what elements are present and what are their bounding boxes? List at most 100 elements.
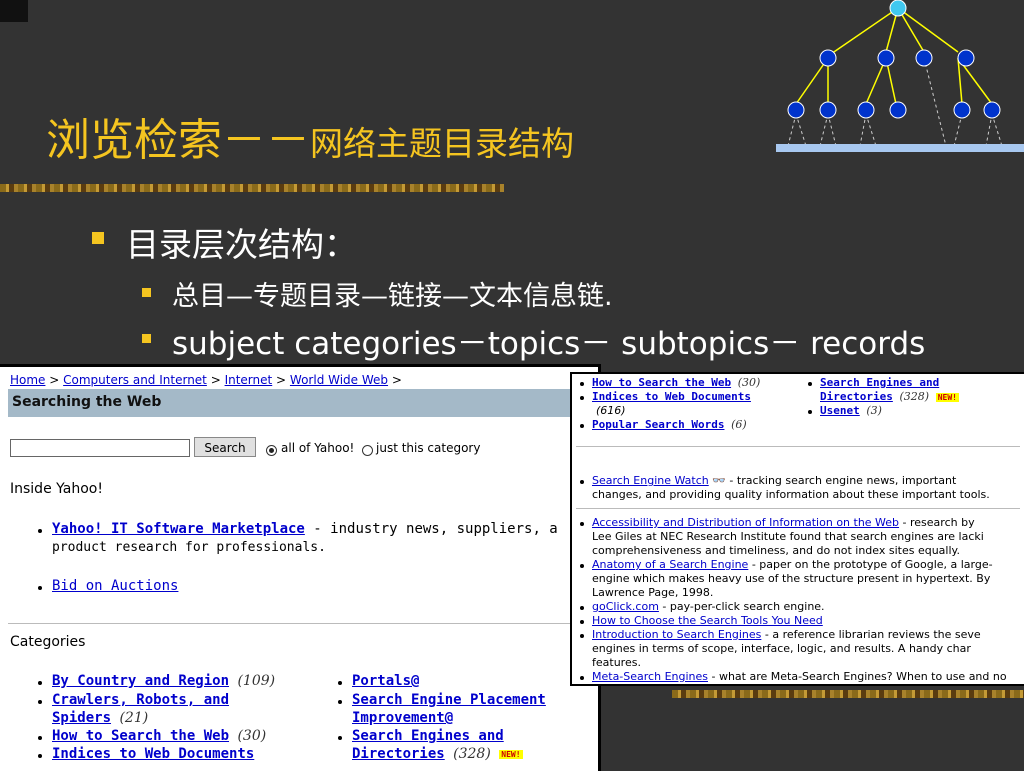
category-item: Indices to Web Documents <box>52 746 254 762</box>
category-item: Search Engines and <box>352 728 504 744</box>
radio-all-label: all of Yahoo! <box>281 441 355 455</box>
topic-count: (328) <box>899 390 930 403</box>
bullet-dot <box>808 410 812 414</box>
site-desc-cont: comprehensiveness and timeliness, and do… <box>592 544 960 557</box>
site-search-engine-watch[interactable]: Search Engine Watch <box>592 474 709 487</box>
title-sub: 网络主题目录结构 <box>310 124 574 163</box>
site-link[interactable]: Meta-Search Engines <box>592 670 708 683</box>
breadcrumb: Home > Computers and Internet > Internet… <box>10 373 402 387</box>
bullet-dot <box>580 606 584 610</box>
bullet-chain-en: subject categories－topics－ subtopics－ re… <box>172 326 926 362</box>
topic-item: Indices to Web Documents <box>592 390 751 403</box>
topic-how-to-search[interactable]: How to Search the Web <box>592 376 731 389</box>
cat-crawlers[interactable]: Crawlers, Robots, and <box>52 692 229 708</box>
site-desc-cont: changes, and providing quality informati… <box>592 488 990 501</box>
category-item-cont: Spiders (21) <box>52 710 148 726</box>
topic-item: Usenet (3) <box>820 404 882 417</box>
search-input[interactable] <box>10 439 190 457</box>
tree-diagram <box>776 0 1024 152</box>
inside-item-desc2: product research for professionals. <box>52 540 326 555</box>
topic-count: (616) <box>596 404 626 417</box>
bullet-dot <box>38 700 42 704</box>
bullet-dot <box>580 564 584 568</box>
cat-count: (21) <box>119 710 149 726</box>
radio-all-yahoo[interactable] <box>266 445 277 456</box>
divider <box>576 446 1020 447</box>
bullet-dot <box>38 586 42 590</box>
site-item: Search Engine Watch 👓 - tracking search … <box>592 474 956 487</box>
topic-indices[interactable]: Indices to Web Documents <box>592 390 751 403</box>
it-marketplace-link[interactable]: Yahoo! IT Software Marketplace <box>52 521 305 537</box>
cat-placement[interactable]: Search Engine Placement <box>352 692 546 708</box>
bullet-hierarchy: 目录层次结构： <box>126 225 357 264</box>
cat-directories[interactable]: Directories <box>352 746 445 762</box>
radio-cat-label: just this category <box>376 441 481 455</box>
page-title: Searching the Web <box>12 394 162 410</box>
site-item: Anatomy of a Search Engine - paper on th… <box>592 558 993 571</box>
bullet-chain-cn: 总目—专题目录—链接—文本信息链. <box>172 281 613 312</box>
bid-auctions-link[interactable]: Bid on Auctions <box>52 578 178 594</box>
category-item-cont: Improvement@ <box>352 710 453 726</box>
site-link[interactable]: How to Choose the Search Tools You Need <box>592 614 823 627</box>
breadcrumb-www[interactable]: World Wide Web <box>290 373 388 387</box>
bullet-dot <box>808 382 812 386</box>
cat-spiders[interactable]: Spiders <box>52 710 111 726</box>
topic-directories[interactable]: Directories <box>820 390 893 403</box>
category-item: Search Engine Placement <box>352 692 546 708</box>
bullet-square <box>142 334 151 343</box>
site-desc: - paper on the prototype of Google, a la… <box>748 558 993 571</box>
bullet-dot <box>580 634 584 638</box>
cat-count: (30) <box>237 728 267 744</box>
radio-this-category[interactable] <box>362 445 373 456</box>
site-link[interactable]: Anatomy of a Search Engine <box>592 558 748 571</box>
cat-improvement[interactable]: Improvement@ <box>352 710 453 726</box>
topic-count: (3) <box>866 404 882 417</box>
cat-how-to-search[interactable]: How to Search the Web <box>52 728 229 744</box>
bullet-dot <box>580 676 584 680</box>
inside-item: Bid on Auctions <box>52 578 178 594</box>
topic-count: (30) <box>737 376 761 389</box>
bullet-dot <box>580 522 584 526</box>
site-desc-cont: engine which makes heavy use of the stru… <box>592 572 991 585</box>
new-badge: NEW! <box>935 392 959 402</box>
site-desc-cont: engines in terms of scope, interface, lo… <box>592 642 971 655</box>
it-marketplace-desc: - industry news, suppliers, a <box>304 521 558 537</box>
breadcrumb-internet[interactable]: Internet <box>225 373 273 387</box>
site-desc-cont: features. <box>592 656 641 669</box>
cat-count: (328) <box>453 746 491 762</box>
site-item: Meta-Search Engines - what are Meta-Sear… <box>592 670 1007 683</box>
page-title-bar: Searching the Web <box>8 389 588 417</box>
site-item: goClick.com - pay-per-click search engin… <box>592 600 825 613</box>
breadcrumb-computers[interactable]: Computers and Internet <box>63 373 207 387</box>
categories-heading: Categories <box>10 634 86 650</box>
category-item: Portals@ <box>352 673 419 689</box>
cat-search-engines[interactable]: Search Engines and <box>352 728 504 744</box>
topic-popular-words[interactable]: Popular Search Words <box>592 418 724 431</box>
topic-usenet[interactable]: Usenet <box>820 404 860 417</box>
category-item-cont: Directories (328) NEW! <box>352 746 523 762</box>
bullet-dot <box>580 396 584 400</box>
corner-block <box>0 0 28 22</box>
search-button[interactable]: Search <box>194 437 256 457</box>
breadcrumb-home[interactable]: Home <box>10 373 45 387</box>
bullet-dot <box>580 480 584 484</box>
site-item: Introduction to Search Engines - a refer… <box>592 628 981 641</box>
cat-indices[interactable]: Indices to Web Documents <box>52 746 254 762</box>
bullet-dot <box>38 529 42 533</box>
site-item: Accessibility and Distribution of Inform… <box>592 516 975 529</box>
inside-item: Yahoo! IT Software Marketplace - industr… <box>52 521 558 537</box>
bullet-dot <box>338 681 342 685</box>
topic-search-engines[interactable]: Search Engines and <box>820 376 939 389</box>
cat-by-country[interactable]: By Country and Region <box>52 673 229 689</box>
site-link[interactable]: Introduction to Search Engines <box>592 628 761 641</box>
site-desc: - a reference librarian reviews the seve <box>761 628 981 641</box>
bullet-square <box>142 288 151 297</box>
category-item: By Country and Region (109) <box>52 673 275 689</box>
site-link[interactable]: Accessibility and Distribution of Inform… <box>592 516 899 529</box>
title-divider <box>0 184 504 192</box>
bullet-dot <box>580 620 584 624</box>
slide-title: 浏览检索－－网络主题目录结构 <box>46 104 574 168</box>
bullet-dot <box>580 424 584 428</box>
cat-portals[interactable]: Portals@ <box>352 673 419 689</box>
site-link[interactable]: goClick.com <box>592 600 659 613</box>
